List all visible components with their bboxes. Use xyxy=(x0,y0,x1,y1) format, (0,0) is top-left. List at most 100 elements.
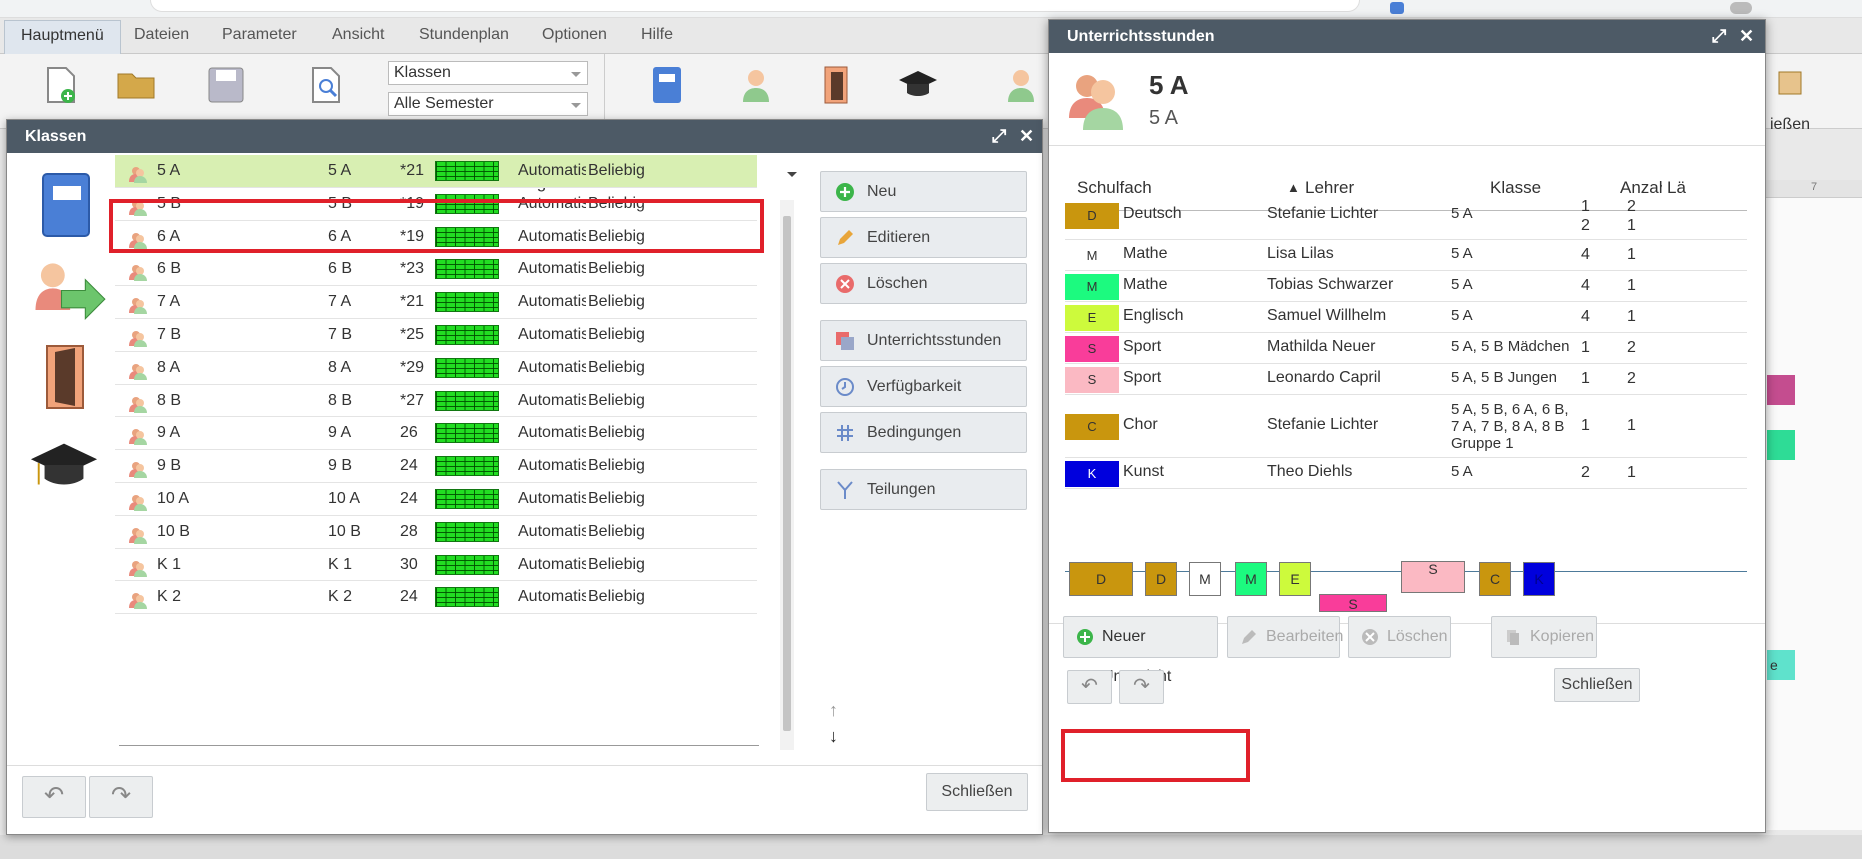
scrollbar[interactable] xyxy=(780,200,794,750)
cell-abbr: K 1 xyxy=(328,555,353,573)
lesson-card[interactable]: D xyxy=(1069,562,1133,596)
klassen-close-button[interactable]: Schließen xyxy=(926,773,1028,811)
table-row[interactable]: 8 B 8 B *27 AutomatiscBeliebig xyxy=(115,385,757,418)
profile-avatar-icon[interactable] xyxy=(1730,2,1752,14)
conditions-button[interactable]: Bedingungen xyxy=(820,412,1027,453)
graduation-cap-icon[interactable] xyxy=(29,432,99,502)
availability-grid[interactable] xyxy=(435,456,499,477)
subjects-book-icon[interactable] xyxy=(29,170,101,242)
new-button[interactable]: Neu xyxy=(820,171,1027,212)
user-check-icon[interactable] xyxy=(1000,64,1042,106)
undo-button[interactable]: ↶ xyxy=(1067,670,1112,704)
availability-grid[interactable] xyxy=(435,489,499,509)
availability-grid[interactable] xyxy=(435,554,499,575)
table-row[interactable]: 9 B 9 B 24 AutomatiscBeliebig xyxy=(115,450,757,483)
lesson-card[interactable]: C xyxy=(1479,562,1511,596)
maximize-icon[interactable]: ⤢ xyxy=(992,120,1006,153)
availability-grid[interactable] xyxy=(435,423,499,444)
new-lesson-button[interactable]: Neuer Unterricht xyxy=(1063,616,1218,685)
menu-optionen[interactable]: Optionen xyxy=(532,26,617,44)
redo-button[interactable]: ↷ xyxy=(1119,670,1164,704)
subjects-book-icon[interactable] xyxy=(645,64,687,106)
teachers-arrow-icon[interactable] xyxy=(29,258,107,336)
availability-grid[interactable] xyxy=(435,587,499,608)
menu-ansicht[interactable]: Ansicht xyxy=(322,26,394,44)
footer-divider xyxy=(7,765,1042,766)
scrollbar-thumb[interactable] xyxy=(783,216,791,731)
lesson-row[interactable]: S Sport Leonardo Capril 5 A, 5 B Jungen 1 2 xyxy=(1065,364,1747,395)
table-row[interactable]: 8 A 8 A *29 AutomatiscBeliebig xyxy=(115,352,757,385)
cell-name: 5 A xyxy=(157,162,181,179)
table-row[interactable]: 10 B 10 B 28 AutomatiscBeliebig xyxy=(115,516,757,549)
table-row[interactable]: 6 B 6 B *23 AutomatiscBeliebig xyxy=(115,253,757,287)
table-row[interactable]: K 1 K 1 30 AutomatiscBeliebig xyxy=(115,549,757,582)
table-row[interactable]: 9 A 9 A 26 AutomatiscBeliebig xyxy=(115,417,757,451)
save-icon[interactable] xyxy=(205,64,247,106)
preview-icon[interactable] xyxy=(305,64,347,106)
view-select[interactable]: Klassen xyxy=(388,61,588,85)
availability-grid[interactable] xyxy=(435,325,499,345)
table-row[interactable]: 10 A 10 A 24 AutomatiscBeliebig xyxy=(115,483,757,516)
lesson-card[interactable]: S xyxy=(1319,594,1387,612)
menu-hilfe[interactable]: Hilfe xyxy=(631,26,683,44)
lesson-card[interactable]: D xyxy=(1145,562,1177,596)
close-icon[interactable]: ✕ xyxy=(1019,120,1034,153)
redo-button[interactable]: ↷ xyxy=(89,776,153,818)
extension-icon[interactable] xyxy=(1390,2,1404,14)
menu-parameter[interactable]: Parameter xyxy=(212,26,307,44)
new-file-icon[interactable] xyxy=(40,64,82,106)
availability-button[interactable]: Verfügbarkeit xyxy=(820,366,1027,407)
graduation-cap-icon[interactable] xyxy=(897,64,939,106)
availability-grid[interactable] xyxy=(435,390,499,411)
open-folder-icon[interactable] xyxy=(115,64,157,106)
divisions-button[interactable]: Teilungen xyxy=(820,469,1027,510)
close-box-icon[interactable] xyxy=(1775,68,1805,98)
availability-grid[interactable] xyxy=(435,161,499,181)
lesson-row[interactable]: M Mathe Tobias Schwarzer 5 A 4 1 xyxy=(1065,271,1747,302)
lessons-button[interactable]: Unterrichtsstunden xyxy=(820,320,1027,361)
availability-grid[interactable] xyxy=(435,521,499,542)
undo-button[interactable]: ↶ xyxy=(22,776,86,818)
delete-button[interactable]: Löschen xyxy=(820,263,1027,304)
delete-lesson-button[interactable]: Löschen xyxy=(1348,616,1451,658)
lesson-row[interactable]: D Deutsch Stefanie Lichter 5 A 1 2 2 1 xyxy=(1065,191,1747,240)
address-bar[interactable] xyxy=(150,0,1360,12)
lesson-card[interactable]: M xyxy=(1235,562,1267,596)
menu-stundenplan[interactable]: Stundenplan xyxy=(409,26,519,44)
table-row[interactable]: 7 A 7 A *21 AutomatiscBeliebig xyxy=(115,286,757,319)
menu-hauptmenu[interactable]: Hauptmenü xyxy=(4,20,121,54)
availability-grid[interactable] xyxy=(435,357,499,378)
close-icon[interactable]: ✕ xyxy=(1739,20,1754,53)
lesson-row[interactable]: K Kunst Theo Diehls 5 A 2 1 xyxy=(1065,458,1747,489)
rooms-door-icon[interactable] xyxy=(815,64,857,106)
semester-select[interactable]: Alle Semester xyxy=(388,92,588,116)
move-up-arrow-icon[interactable]: ↑ xyxy=(829,700,838,721)
lesson-card[interactable]: S xyxy=(1401,561,1465,593)
table-row[interactable]: 7 B 7 B *25 AutomatiscBeliebig xyxy=(115,319,757,352)
lesson-card[interactable]: M xyxy=(1189,562,1221,596)
availability-grid[interactable] xyxy=(435,259,499,280)
lesson-row[interactable]: E Englisch Samuel Willhelm 5 A 4 1 xyxy=(1065,302,1747,333)
lesson-card[interactable]: K xyxy=(1523,562,1555,596)
lesson-row[interactable]: S Sport Mathilda Neuer 5 A, 5 B Mädchen 1 2 xyxy=(1065,333,1747,364)
lesson-card[interactable]: E xyxy=(1279,562,1311,596)
class-subtitle: 5 A xyxy=(1149,107,1178,129)
cell-lesson: Automatisc xyxy=(518,293,586,311)
rooms-door-icon[interactable] xyxy=(29,342,101,414)
table-row[interactable]: K 2 K 2 24 AutomatiscBeliebig xyxy=(115,581,757,615)
column-menu-icon[interactable] xyxy=(787,172,797,182)
maximize-icon[interactable]: ⤢ xyxy=(1712,20,1726,53)
menu-dateien[interactable]: Dateien xyxy=(124,26,199,44)
edit-button[interactable]: Editieren xyxy=(820,217,1027,258)
teachers-icon[interactable] xyxy=(735,64,777,106)
cell-name: 10 A xyxy=(157,490,190,507)
lessons-close-button[interactable]: Schließen xyxy=(1554,668,1640,702)
table-row[interactable]: 5 A 5 A *21 AutomatiscBeliebig xyxy=(115,155,757,188)
lesson-row[interactable]: C Chor Stefanie Lichter 5 A, 5 B, 6 A, 6 B,… xyxy=(1065,395,1747,458)
move-down-arrow-icon[interactable]: ↓ xyxy=(829,726,838,747)
cell-subject: Mathe xyxy=(1123,275,1168,293)
edit-lesson-button[interactable]: Bearbeiten xyxy=(1227,616,1343,658)
availability-grid[interactable] xyxy=(435,292,499,313)
lesson-row[interactable]: M Mathe Lisa Lilas 5 A 4 1 xyxy=(1065,240,1747,271)
copy-lesson-button[interactable]: Kopieren xyxy=(1491,616,1597,658)
